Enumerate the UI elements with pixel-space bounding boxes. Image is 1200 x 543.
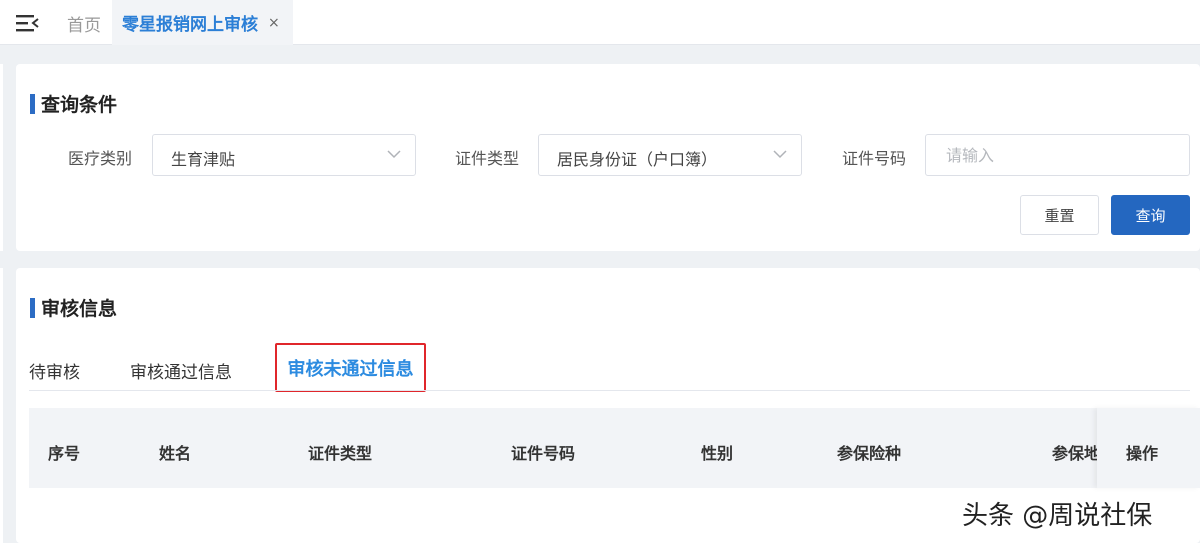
column-header-id-number: 证件号码 [511,444,576,463]
fixed-operation-column: 操作 [1097,408,1200,488]
tab-home[interactable]: 首页 [67,11,101,36]
column-header-index: 序号 [48,444,81,463]
id-type-value: 居民身份证（户口簿） [557,150,718,169]
audit-section-title: 审核信息 [30,294,117,321]
column-header-gender: 性别 [701,444,734,463]
top-bar: 首页 零星报销网上审核 × [0,0,1200,45]
medical-type-select[interactable]: 生育津贴 [152,134,416,176]
section-bar [30,93,35,114]
column-header-operation: 操作 [1126,444,1159,463]
section-bar [30,297,35,318]
tabs-divider [29,390,1190,391]
close-icon[interactable]: × [268,15,280,31]
medical-type-label: 医疗类别 [68,149,133,168]
column-header-insured-place: 参保地 [1052,444,1097,463]
chevron-down-icon [773,150,787,159]
column-header-name: 姓名 [159,444,192,463]
tab-rejected[interactable]: 审核未通过信息 [275,343,426,392]
menu-collapse-icon[interactable] [14,12,40,34]
table-header: 序号 姓名 证件类型 证件号码 性别 参保险种 参保地 操作 [29,408,1200,488]
reset-button[interactable]: 重置 [1020,195,1099,235]
query-button[interactable]: 查询 [1111,195,1190,235]
query-card: 查询条件 医疗类别 生育津贴 证件类型 居民身份证（户口簿） 证件号码 重置 查… [16,64,1200,251]
id-number-label: 证件号码 [842,149,907,168]
tab-label: 零星报销网上审核 [122,15,258,35]
left-edge [0,268,3,543]
tab-reimbursement-audit[interactable]: 零星报销网上审核 × [112,0,293,45]
tab-pending[interactable]: 待审核 [29,358,80,383]
tab-approved[interactable]: 审核通过信息 [130,358,232,383]
id-type-select[interactable]: 居民身份证（户口簿） [538,134,802,176]
medical-type-value: 生育津贴 [171,150,236,169]
query-section-title: 查询条件 [30,90,117,117]
id-number-input[interactable] [925,134,1190,176]
id-type-label: 证件类型 [455,149,520,168]
left-edge [0,64,3,251]
clipped-column: 参保地 [1049,408,1097,488]
query-title-text: 查询条件 [41,94,118,116]
column-header-insurance-type: 参保险种 [837,444,902,463]
chevron-down-icon [387,150,401,159]
column-header-id-type: 证件类型 [308,444,373,463]
audit-title-text: 审核信息 [41,298,118,320]
watermark: 头条 @周说社保 [962,501,1153,531]
